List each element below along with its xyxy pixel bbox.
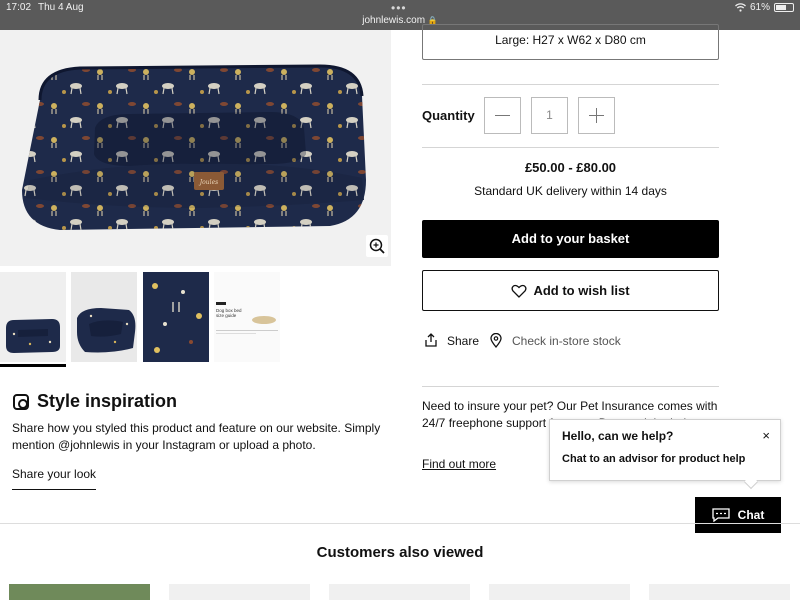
instagram-icon [13, 394, 29, 410]
url-text: johnlewis.com [362, 15, 426, 26]
find-out-more-link[interactable]: Find out more [422, 457, 496, 471]
location-pin-icon [490, 333, 502, 348]
zoom-in-icon [369, 238, 385, 254]
quantity-input[interactable]: 1 [531, 97, 568, 134]
chat-button-label: Chat [737, 508, 765, 522]
size-option-selected[interactable]: Large: H27 x W62 x D80 cm [422, 24, 719, 60]
thumbnail-4-size-guide[interactable]: Dog box bed size guide [214, 272, 280, 362]
wish-list-label: Add to wish list [533, 283, 630, 298]
heart-icon [511, 284, 527, 298]
battery-fill [776, 5, 786, 10]
product-main-image[interactable]: Joules [0, 30, 391, 266]
customers-also-viewed-title: Customers also viewed [316, 544, 484, 561]
chat-bubble-icon [712, 508, 730, 522]
wifi-icon [735, 3, 746, 12]
size-guide-image: Dog box bed size guide [214, 272, 280, 362]
brand-label-text: Joules [198, 179, 218, 186]
thumbnail-3[interactable] [143, 272, 209, 362]
quantity-decrease-button[interactable] [484, 97, 521, 134]
thumbnail-2-image [71, 272, 137, 362]
thumbnail-1[interactable] [0, 272, 66, 362]
add-to-basket-button[interactable]: Add to your basket [422, 220, 719, 258]
share-button[interactable]: Share [424, 333, 479, 348]
chat-popup-subtitle[interactable]: Chat to an advisor for product help [562, 453, 745, 465]
chat-button[interactable]: Chat [695, 497, 781, 533]
delivery-info: Standard UK delivery within 14 days [474, 184, 667, 198]
chat-popup-title: Hello, can we help? [562, 429, 674, 443]
close-icon[interactable]: × [762, 428, 770, 443]
style-inspiration-text: Share how you styled this product and fe… [12, 421, 381, 452]
check-stock-label: Check in-store stock [512, 333, 621, 348]
battery-icon [774, 3, 794, 12]
thumbnail-3-image [143, 272, 209, 362]
section-divider [0, 523, 800, 524]
share-label: Share [447, 333, 480, 348]
zoom-button[interactable] [366, 235, 388, 257]
battery-percent: 61% [749, 2, 770, 13]
quantity-label: Quantity [422, 108, 475, 123]
chat-popup-pointer [743, 474, 759, 490]
share-icon [425, 333, 437, 347]
recommended-product-card[interactable] [329, 584, 470, 600]
recommended-product-card[interactable] [9, 584, 150, 600]
dog-bed-image: Joules [22, 64, 366, 230]
thumbnail-active-indicator [0, 364, 66, 367]
price: £50.00 - £80.00 [524, 160, 617, 175]
divider [422, 84, 719, 85]
thumbnail-2[interactable] [71, 272, 137, 362]
divider [422, 147, 719, 148]
status-time: 17:02 [6, 2, 32, 13]
recommended-product-card[interactable] [489, 584, 630, 600]
size-guide-caption-line2: size guide [216, 313, 237, 318]
quantity-increase-button[interactable] [578, 97, 615, 134]
style-inspiration-title: Style inspiration [37, 391, 178, 411]
check-in-store-stock-button[interactable]: Check in-store stock [490, 333, 621, 348]
add-to-wish-list-button[interactable]: Add to wish list [422, 270, 719, 311]
recommended-product-card[interactable] [649, 584, 790, 600]
share-your-look-link[interactable]: Share your look [12, 467, 97, 490]
recommended-product-card[interactable] [169, 584, 310, 600]
thumbnail-1-image [0, 272, 66, 362]
divider [422, 386, 719, 387]
status-date: Thu 4 Aug [38, 2, 84, 13]
multitask-dots-icon[interactable]: ••• [391, 1, 407, 15]
chat-popup[interactable]: Hello, can we help? × Chat to an advisor… [549, 419, 781, 490]
